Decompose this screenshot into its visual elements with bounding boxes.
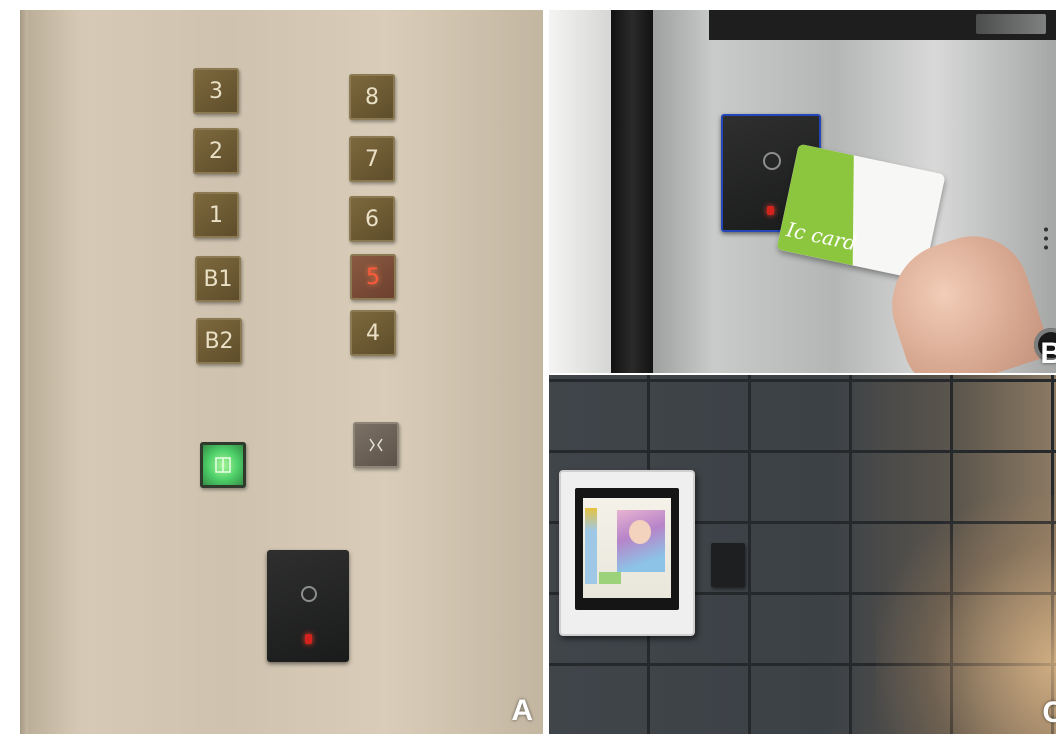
wall-sensor [711,543,745,587]
panel-c-wall-terminal: C [549,375,1056,734]
light-glow [876,495,1056,734]
screen-sidebar [585,508,597,584]
floor-button-b1[interactable]: B1 [195,256,241,302]
door-close-button[interactable] [353,422,399,468]
door-open-button[interactable] [200,442,246,488]
panel-label-a: A [511,694,533,727]
speaker-holes [1044,225,1048,251]
panel-label-c: C [1042,696,1056,729]
wall-seam [20,10,28,734]
screen-tag [599,572,621,584]
floor-button-4[interactable]: 4 [350,310,396,356]
floor-button-3[interactable]: 3 [193,68,239,114]
terminal-screen[interactable] [583,498,671,598]
floor-button-5-lit[interactable]: 5 [350,254,396,300]
touchscreen-terminal[interactable] [559,470,695,636]
card-reader[interactable] [267,550,349,662]
door-frame [611,10,653,373]
screen-photo [617,510,665,572]
panel-a-elevator-buttons: 3 2 1 B1 B2 8 7 6 5 4 A [20,10,543,734]
reader-sensor-ring [301,586,317,602]
floor-button-1[interactable]: 1 [193,192,239,238]
overhead-sign [709,10,1056,40]
sign-text-block [976,14,1046,34]
panel-label-b: B [1040,337,1056,370]
panel-b-ic-card-reader: Ic card B [549,10,1056,373]
reader-led-icon [305,634,312,644]
floor-button-b2[interactable]: B2 [196,318,242,364]
floor-button-8[interactable]: 8 [349,74,395,120]
floor-button-7[interactable]: 7 [349,136,395,182]
door-open-icon [215,457,231,473]
door-close-icon [369,438,383,452]
glass-door [549,10,611,373]
floor-button-2[interactable]: 2 [193,128,239,174]
reader-led-icon [767,206,774,215]
floor-button-6[interactable]: 6 [349,196,395,242]
reader-sensor-ring [763,152,781,170]
